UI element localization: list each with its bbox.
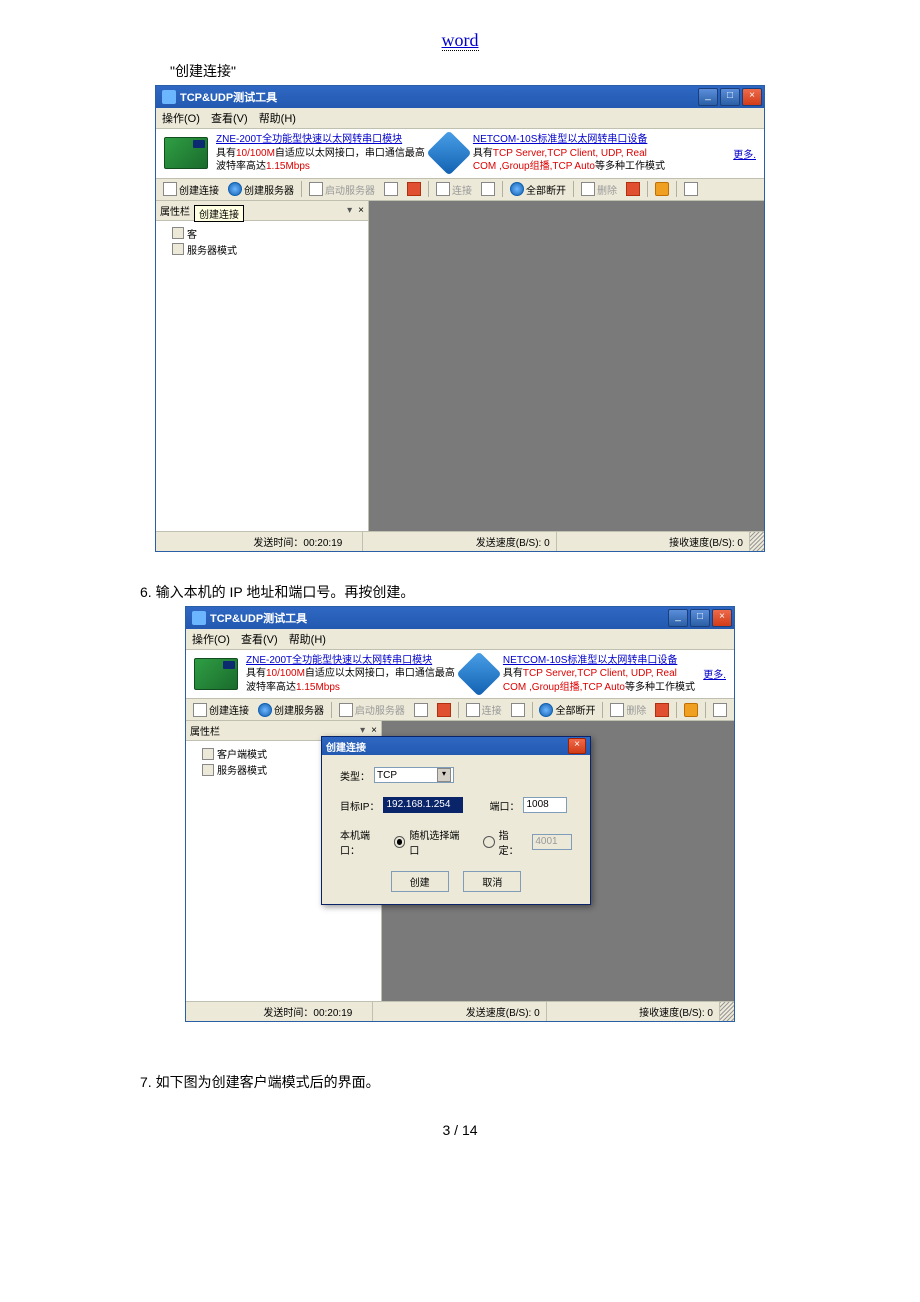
tree-client[interactable]: 客 (172, 226, 362, 241)
close-button[interactable]: × (712, 609, 732, 627)
statusbar: 发送时间：00:20:19 发送速度(B/S): 0 接收速度(B/S): 0 (186, 1001, 734, 1021)
netcom-icon (426, 131, 471, 176)
radio-fixed[interactable] (483, 836, 495, 848)
tb-x3 (478, 181, 498, 197)
tb-x2 (404, 181, 424, 197)
tb-disconnect-all[interactable]: 全部断开 (536, 701, 598, 718)
menu-op[interactable]: 操作(O) (162, 113, 200, 125)
ip-input[interactable]: 192.168.1.254 (383, 797, 463, 813)
tb-create-conn[interactable]: 创建连接 (190, 701, 252, 718)
toolbar: 创建连接 创建服务器 启动服务器 连接 全部断开 删除 (156, 179, 764, 201)
tb-start-server: 启动服务器 (336, 701, 408, 718)
content-area (369, 201, 764, 531)
titlebar: TCP&UDP测试工具 _ □ × (156, 86, 764, 108)
minimize-button[interactable]: _ (668, 609, 688, 627)
tb-create-conn[interactable]: 创建连接 (160, 181, 222, 198)
menu-help[interactable]: 帮助(H) (259, 113, 296, 125)
netcom-link[interactable]: NETCOM-10S标准型以太网转串口设备 (473, 134, 647, 145)
app-icon (162, 90, 176, 104)
zne-link[interactable]: ZNE-200T全功能型快速以太网转串口模块 (246, 655, 432, 666)
app-window-2: TCP&UDP测试工具 _ □ × 操作(O) 查看(V) 帮助(H) ZNE-… (185, 606, 735, 1023)
window-title: TCP&UDP测试工具 (210, 610, 668, 626)
side-close[interactable]: × (371, 725, 377, 736)
titlebar: TCP&UDP测试工具 _ □ × (186, 607, 734, 629)
pin-icon[interactable]: ▾ (360, 725, 365, 736)
caption-6: 6. 输入本机的 IP 地址和端口号。再按创建。 (140, 582, 920, 602)
app-icon (192, 611, 206, 625)
menubar: 操作(O) 查看(V) 帮助(H) (186, 629, 734, 650)
toolbar: 创建连接 创建服务器 启动服务器 连接 全部断开 删除 (186, 699, 734, 721)
dlg-create-button[interactable]: 创建 (391, 871, 449, 892)
menubar: 操作(O) 查看(V) 帮助(H) (156, 108, 764, 129)
sidebar: 属性栏 ▾ × 客 创建连接 服务器模式 (156, 201, 369, 531)
banner-left: ZNE-200T全功能型快速以太网转串口模块 具有10/100M自适应以太网接口… (246, 654, 455, 695)
port-input[interactable]: 1008 (523, 797, 567, 813)
local-port-label: 本机端口： (340, 827, 390, 857)
tb-delete: 删除 (607, 701, 649, 718)
netcom-link[interactable]: NETCOM-10S标准型以太网转串口设备 (503, 655, 677, 666)
tb-disconnect-all[interactable]: 全部断开 (507, 181, 569, 198)
menu-op[interactable]: 操作(O) (192, 634, 230, 646)
caption-create: "创建连接" (170, 61, 920, 81)
dlg-cancel-button[interactable]: 取消 (463, 871, 521, 892)
menu-view[interactable]: 查看(V) (241, 634, 278, 646)
banner-left: ZNE-200T全功能型快速以太网转串口模块 具有10/100M自适应以太网接口… (216, 133, 425, 174)
word-link[interactable]: word (442, 30, 479, 51)
radio-random[interactable] (394, 836, 406, 848)
tb-x4[interactable] (623, 181, 643, 197)
tree-server[interactable]: 服务器模式 (172, 242, 362, 257)
window-title: TCP&UDP测试工具 (180, 89, 698, 105)
maximize-button[interactable]: □ (720, 88, 740, 106)
side-header: 属性栏 ▾ × (156, 201, 368, 221)
fixed-port-input: 4001 (532, 834, 572, 850)
tb-create-server[interactable]: 创建服务器 (255, 701, 327, 718)
close-button[interactable]: × (742, 88, 762, 106)
side-close[interactable]: × (358, 205, 364, 216)
zne-link[interactable]: ZNE-200T全功能型快速以太网转串口模块 (216, 134, 402, 145)
tb-x1 (381, 181, 401, 197)
pin-icon[interactable]: ▾ (347, 205, 352, 216)
ip-label: 目标IP： (340, 798, 379, 813)
netcom-icon (456, 651, 501, 696)
menu-help[interactable]: 帮助(H) (289, 634, 326, 646)
tb-start-server: 启动服务器 (306, 181, 378, 198)
ad-banner: ZNE-200T全功能型快速以太网转串口模块 具有10/100M自适应以太网接口… (186, 650, 734, 700)
doc-header: word (0, 30, 920, 51)
banner-right: NETCOM-10S标准型以太网转串口设备 具有TCP Server,TCP C… (473, 133, 665, 174)
tb-connect: 连接 (433, 181, 475, 198)
more-link[interactable]: 更多. (703, 666, 726, 681)
more-link[interactable]: 更多. (733, 146, 756, 161)
page-number: 3 / 14 (0, 1122, 920, 1138)
port-label: 端口： (489, 798, 519, 813)
type-label: 类型： (340, 768, 370, 783)
tb-x5[interactable] (652, 181, 672, 197)
tb-connect: 连接 (463, 701, 505, 718)
create-conn-dialog: 创建连接 × 类型： TCP▾ 目标IP： 192.168.1.254 端口： … (321, 736, 591, 905)
ad-banner: ZNE-200T全功能型快速以太网转串口模块 具有10/100M自适应以太网接口… (156, 129, 764, 179)
tree: 客 创建连接 服务器模式 (156, 221, 368, 262)
statusbar: 发送时间：00:20:19 发送速度(B/S): 0 接收速度(B/S): 0 (156, 531, 764, 551)
app-window-1: TCP&UDP测试工具 _ □ × 操作(O) 查看(V) 帮助(H) ZNE-… (155, 85, 765, 552)
chip-icon (194, 658, 238, 690)
tb-create-server[interactable]: 创建服务器 (225, 181, 297, 198)
tb-x6[interactable] (681, 181, 701, 197)
tb-delete: 删除 (578, 181, 620, 198)
chip-icon (164, 137, 208, 169)
minimize-button[interactable]: _ (698, 88, 718, 106)
menu-view[interactable]: 查看(V) (211, 113, 248, 125)
caption-7: 7. 如下图为创建客户端模式后的界面。 (140, 1072, 920, 1092)
type-select[interactable]: TCP▾ (374, 767, 454, 783)
tree-tooltip: 创建连接 (194, 205, 244, 222)
banner-right: NETCOM-10S标准型以太网转串口设备 具有TCP Server,TCP C… (503, 654, 695, 695)
dialog-titlebar: 创建连接 × (322, 737, 590, 755)
maximize-button[interactable]: □ (690, 609, 710, 627)
dialog-close[interactable]: × (568, 738, 586, 754)
